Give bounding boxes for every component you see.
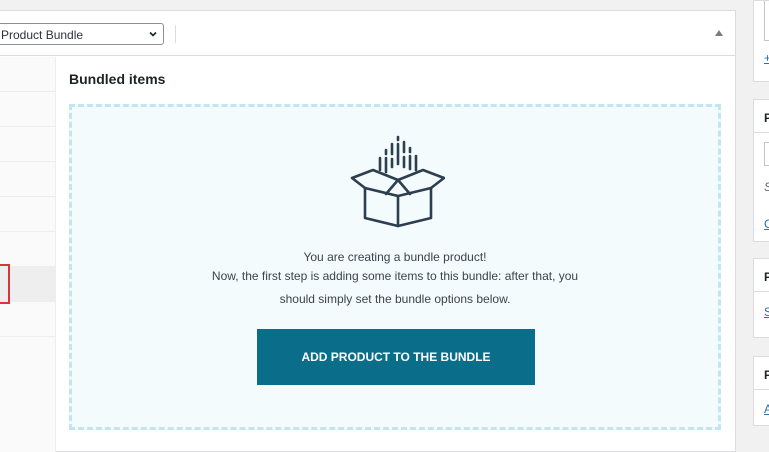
sidebar-box4-title: P [764,369,769,381]
sidebar-box3-link[interactable]: S [764,306,769,318]
sidebar-box3-title: P [764,271,769,283]
product-type-select-value: Product Bundle [1,28,84,42]
product-data-tabs [0,57,56,452]
bundle-empty-dropzone: You are creating a bundle product! Now, … [69,104,721,430]
sidebar-box4-divider [754,389,769,390]
sidebar-box2-input[interactable] [764,142,769,166]
sidebar-box-2: P S C [753,99,769,242]
add-product-to-bundle-button[interactable]: ADD PRODUCT TO THE BUNDLE [257,329,535,385]
sidebar-textarea[interactable] [764,1,769,41]
sidebar-box1-link[interactable]: + [764,52,769,64]
caret-up-icon[interactable] [714,29,724,37]
product-tab-1[interactable] [0,57,56,92]
empty-state-message-line2: Now, the first step is adding some items… [211,269,579,283]
sidebar-box2-divider [754,132,769,133]
sidebar-box2-description: S [764,181,769,193]
sidebar-box2-link[interactable]: C [764,218,769,230]
product-data-header: Product Bundle [0,11,735,56]
sidebar-box-3: P S [753,258,769,338]
empty-state-message-line3: should simply set the bundle options bel… [279,292,511,306]
product-tab-4[interactable] [0,162,56,197]
empty-state-message-line1: You are creating a bundle product! [303,250,487,264]
sidebar-box-1: + [753,0,769,82]
product-type-select[interactable]: Product Bundle [0,23,164,45]
open-box-icon [350,135,445,228]
sidebar-box4-link[interactable]: A [764,403,769,415]
product-tab-5[interactable] [0,197,56,232]
product-tab-8[interactable] [0,302,56,337]
highlight-marker [0,264,10,304]
sidebar-box-4: P A [753,356,769,426]
product-tab-2[interactable] [0,92,56,127]
sidebar-box2-title: P [764,112,769,124]
section-title: Bundled items [69,71,166,87]
product-tab-3[interactable] [0,127,56,162]
product-tab-6[interactable] [0,232,56,267]
chevron-down-icon [149,31,157,37]
sidebar-box3-divider [754,291,769,292]
header-divider [175,25,176,43]
